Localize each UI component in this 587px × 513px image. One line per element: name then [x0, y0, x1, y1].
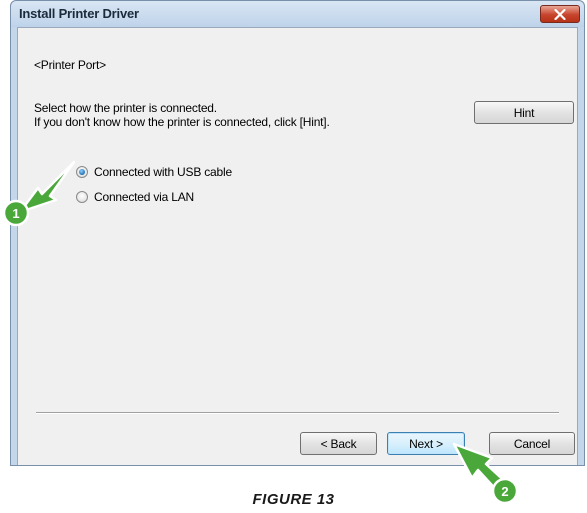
dialog-content: <Printer Port> Select how the printer is… — [17, 27, 578, 465]
instruction-text-line1: Select how the printer is connected. — [34, 101, 217, 115]
callout-arrow-1: 1 — [0, 150, 82, 232]
footer-separator — [36, 412, 559, 414]
arrow-pointer-1 — [18, 160, 76, 214]
close-icon — [554, 8, 566, 20]
close-button[interactable] — [540, 5, 580, 23]
radio-label-usb: Connected with USB cable — [94, 165, 232, 179]
radio-option-usb[interactable]: Connected with USB cable — [76, 165, 232, 179]
hint-button[interactable]: Hint — [474, 101, 574, 124]
install-printer-driver-window: Install Printer Driver <Printer Port> Se… — [10, 0, 585, 466]
figure-caption: FIGURE 13 — [252, 491, 335, 508]
section-label: <Printer Port> — [34, 58, 106, 72]
instruction-text-line2: If you don't know how the printer is con… — [34, 115, 330, 129]
window-title: Install Printer Driver — [19, 6, 139, 21]
radio-option-lan[interactable]: Connected via LAN — [76, 190, 194, 204]
title-bar[interactable]: Install Printer Driver — [11, 1, 584, 27]
callout-number-1: 1 — [12, 206, 19, 221]
back-button[interactable]: < Back — [300, 432, 377, 455]
radio-label-lan: Connected via LAN — [94, 190, 194, 204]
